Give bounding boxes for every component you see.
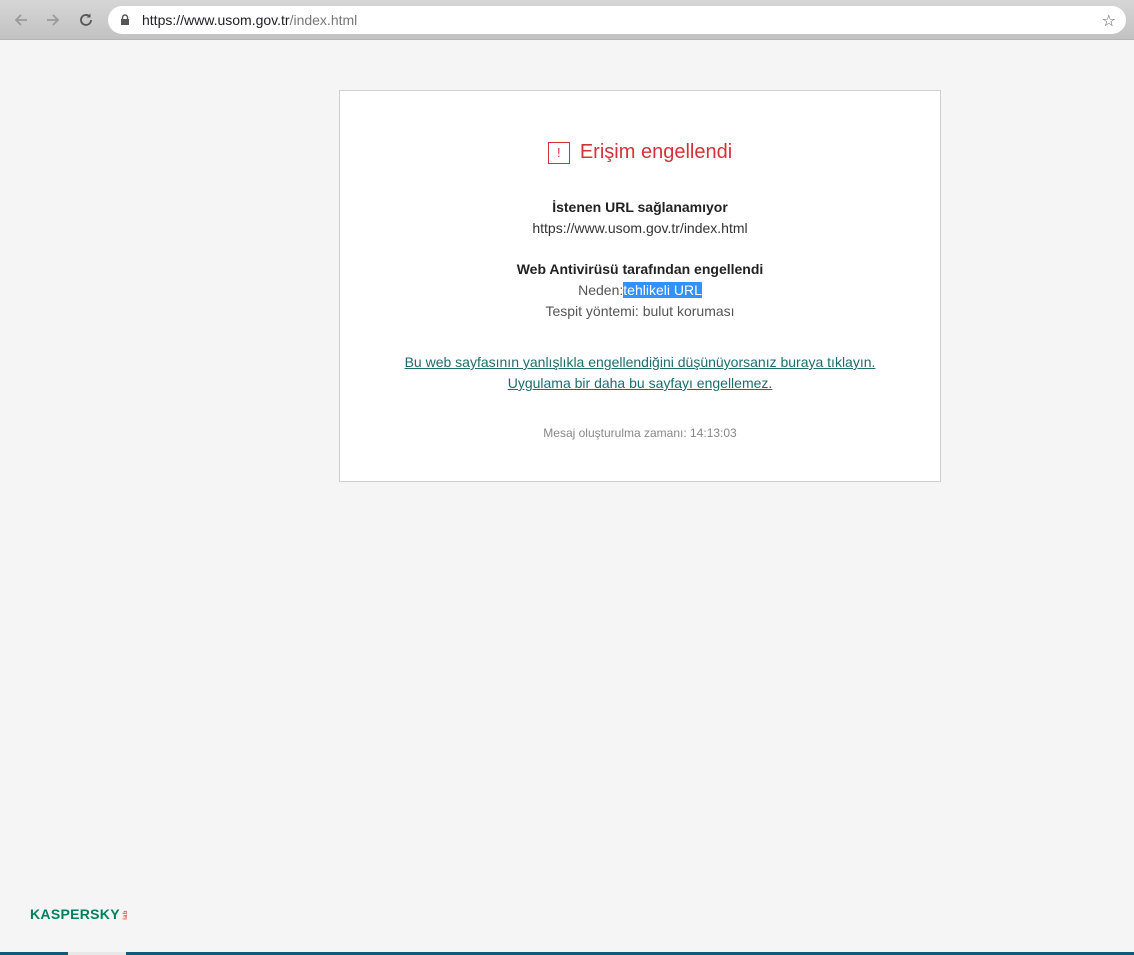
url-text: https://www.usom.gov.tr/index.html	[142, 12, 357, 28]
lock-icon	[121, 14, 129, 25]
reason-line: Neden:tehlikeli URL	[340, 282, 940, 298]
requested-url: https://www.usom.gov.tr/index.html	[532, 220, 748, 236]
message-timestamp: Mesaj oluşturulma zamanı: 14:13:03	[543, 426, 737, 440]
block-notice-card: ! Erişim engellendi İstenen URL sağlanam…	[339, 90, 941, 482]
logo-sub: lab	[122, 910, 129, 921]
browser-toolbar: https://www.usom.gov.tr/index.html ☆	[0, 0, 1134, 40]
blocked-by-heading: Web Antivirüsü tarafından engellendi	[516, 261, 764, 277]
kaspersky-logo: KASPERSKY lab	[30, 906, 130, 922]
report-link-line1-wrap: Bu web sayfasının yanlışlıkla engellendi…	[340, 354, 940, 370]
reason-value: tehlikeli URL	[623, 282, 702, 298]
address-bar[interactable]: https://www.usom.gov.tr/index.html ☆	[108, 6, 1126, 34]
logo-text: KASPERSKY	[30, 906, 120, 922]
page-title: Erişim engellendi	[579, 141, 733, 163]
url-path: /index.html	[289, 12, 358, 28]
back-arrow-icon[interactable]	[10, 9, 32, 31]
unavailable-heading: İstenen URL sağlanamıyor	[552, 199, 728, 215]
report-false-positive-link[interactable]: Bu web sayfasının yanlışlıkla engellendi…	[405, 354, 876, 370]
report-link-line2-wrap: Uygulama bir daha bu sayfayı engellemez.	[340, 375, 940, 391]
title-row: ! Erişim engellendi	[340, 141, 940, 164]
star-icon[interactable]: ☆	[1102, 11, 1116, 31]
warning-icon: !	[547, 141, 570, 164]
forward-arrow-icon[interactable]	[42, 9, 64, 31]
reload-icon[interactable]	[75, 9, 97, 31]
detection-method: Tespit yöntemi: bulut koruması	[545, 303, 735, 319]
reason-label: Neden:	[578, 282, 624, 298]
url-host: https://www.usom.gov.tr	[142, 12, 290, 28]
report-false-positive-link-line2[interactable]: Uygulama bir daha bu sayfayı engellemez.	[508, 375, 773, 391]
